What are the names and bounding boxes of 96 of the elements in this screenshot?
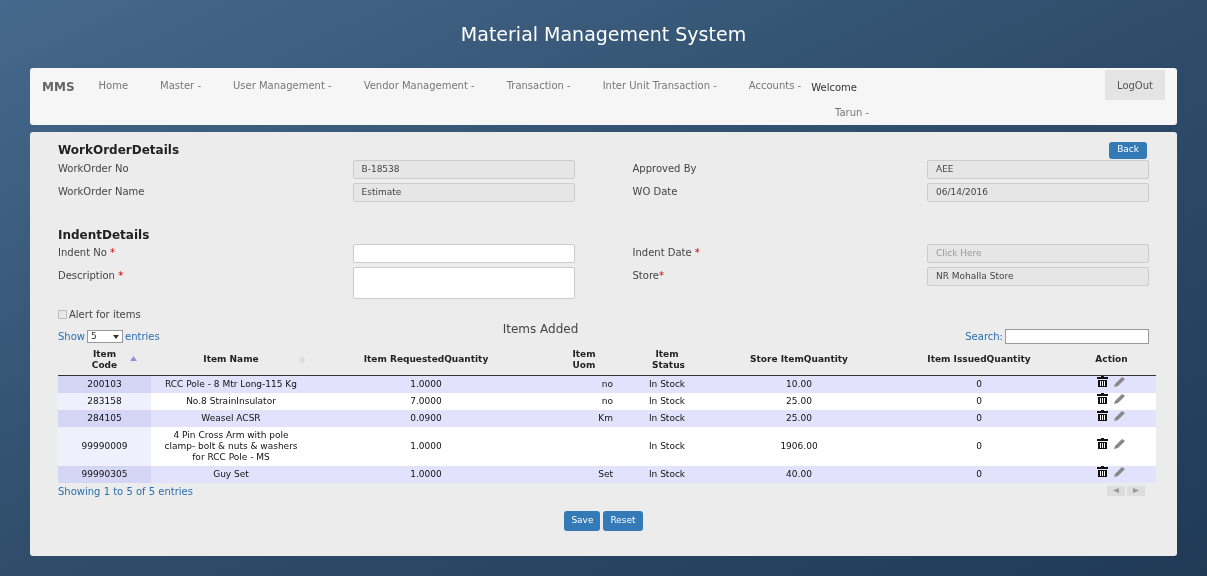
field-label: Store*: [632, 269, 664, 283]
trash-icon[interactable]: [1097, 376, 1108, 388]
nav-link[interactable]: Master -: [160, 78, 201, 93]
table-cell: 99990305: [81, 468, 128, 479]
table-cell: 25.00: [786, 412, 812, 423]
table-cell: no: [601, 395, 613, 406]
table-cell: 1.0000: [410, 468, 442, 479]
field-label: Description *: [58, 269, 124, 283]
right-arrow-icon: [1133, 488, 1139, 493]
section-heading: WorkOrderDetails: [58, 142, 180, 159]
table-cell: 10.00: [786, 378, 812, 389]
back-button[interactable]: Back: [1109, 141, 1147, 159]
app-title: Material Management System: [460, 21, 747, 47]
search-field[interactable]: [1005, 329, 1149, 344]
page-size-select[interactable]: 5: [87, 330, 123, 343]
table-cell: 0: [976, 395, 982, 406]
table-cell: 99990009: [81, 440, 128, 451]
column-header[interactable]: Item Code: [89, 348, 120, 371]
table-cell: In Stock: [648, 395, 686, 406]
input-field[interactable]: B-18538: [352, 160, 575, 179]
field-label: WorkOrder No: [58, 162, 129, 176]
table-cell: no: [601, 378, 613, 389]
nav-link[interactable]: Inter Unit Transaction -: [602, 78, 717, 93]
trash-icon[interactable]: [1097, 438, 1108, 450]
table-cell: 200103: [87, 378, 122, 389]
table-cell: 1.0000: [410, 440, 442, 451]
trash-icon[interactable]: [1097, 410, 1108, 422]
section-heading: IndentDetails: [58, 227, 151, 244]
input-field[interactable]: NR Mohalla Store: [927, 267, 1149, 286]
input-field[interactable]: 06/14/2016: [927, 183, 1149, 202]
table-cell: 284105: [87, 412, 122, 423]
pencil-icon[interactable]: [1114, 438, 1126, 450]
table-cell: 40.00: [786, 468, 812, 479]
input-field[interactable]: [352, 244, 575, 263]
column-header: Item Uom: [571, 348, 597, 371]
table-cell: In Stock: [648, 412, 686, 423]
column-header: Action: [1095, 354, 1128, 366]
checkbox-label: Alert for items: [69, 308, 141, 322]
table-cell: In Stock: [648, 440, 686, 451]
input-field[interactable]: Click Here: [927, 244, 1149, 263]
table-cell: Guy Set: [213, 468, 249, 479]
table-cell: 0: [976, 378, 982, 389]
form-button[interactable]: Reset: [603, 510, 643, 531]
field-label: Indent Date *: [632, 246, 700, 260]
table-cell: 0: [976, 440, 982, 451]
input-field[interactable]: Estimate: [352, 183, 575, 202]
table-cell: 0: [976, 412, 982, 423]
nav-link[interactable]: User Management -: [233, 78, 332, 93]
table-cell: Set: [598, 468, 613, 479]
caret-icon: [113, 334, 119, 339]
table-cell: 0.0900: [410, 412, 442, 423]
nav-link[interactable]: Home: [98, 78, 129, 93]
table-cell: 283158: [87, 395, 122, 406]
left-arrow-icon: [1113, 488, 1119, 493]
field-label: WO Date: [632, 185, 678, 199]
entries-label: entries: [125, 330, 160, 344]
column-header: Store ItemQuantity: [750, 354, 848, 366]
table-cell: Km: [598, 412, 613, 423]
pencil-icon[interactable]: [1114, 376, 1126, 388]
table-cell: 1906.00: [780, 440, 818, 451]
column-header: Item RequestedQuantity: [363, 354, 489, 366]
text-area[interactable]: [352, 267, 575, 299]
form-button[interactable]: Save: [564, 510, 601, 531]
sort-ascending-icon[interactable]: [130, 356, 137, 361]
trash-icon[interactable]: [1097, 393, 1108, 405]
nav-link[interactable]: Vendor Management -: [363, 78, 475, 93]
field-label: WorkOrder Name: [58, 185, 145, 199]
field-label: Indent No *: [58, 246, 115, 260]
previous-page-button[interactable]: [1107, 485, 1125, 496]
brand-link[interactable]: MMS: [42, 78, 75, 96]
table-cell: 4 Pin Cross Arm with pole clamp- bolt & nuts & washers for RCC Pole - MS: [164, 429, 298, 462]
table-cell: 0: [976, 468, 982, 479]
table-cell: In Stock: [648, 378, 686, 389]
show-label: Show: [58, 330, 85, 344]
trash-icon[interactable]: [1097, 466, 1108, 478]
next-page-button[interactable]: [1127, 485, 1145, 496]
table-cell: RCC Pole - 8 Mtr Long-115 Kg: [165, 378, 297, 389]
column-header: Item IssuedQuantity: [927, 354, 1031, 366]
nav-link[interactable]: Transaction -: [506, 78, 571, 93]
logout-button[interactable]: LogOut: [1105, 70, 1165, 100]
checkbox[interactable]: [58, 310, 67, 319]
table-cell: 1.0000: [410, 378, 442, 389]
table-cell: 25.00: [786, 395, 812, 406]
table-cell: 7.0000: [410, 395, 442, 406]
input-field[interactable]: AEE: [927, 160, 1149, 179]
nav-link[interactable]: Accounts -: [748, 78, 802, 93]
table-cell: In Stock: [648, 468, 686, 479]
column-header[interactable]: Item Name: [203, 354, 259, 366]
table-cell: Weasel ACSR: [201, 412, 261, 423]
field-label: Approved By: [632, 162, 697, 176]
welcome-text: Welcome: [811, 81, 857, 95]
search-label: Search:: [965, 330, 1003, 344]
table-info: Showing 1 to 5 of 5 entries: [58, 484, 193, 499]
user-menu[interactable]: Tarun -: [835, 105, 870, 120]
table-title: Items Added: [502, 321, 579, 338]
table-cell: No.8 StrainInsulator: [186, 395, 276, 406]
